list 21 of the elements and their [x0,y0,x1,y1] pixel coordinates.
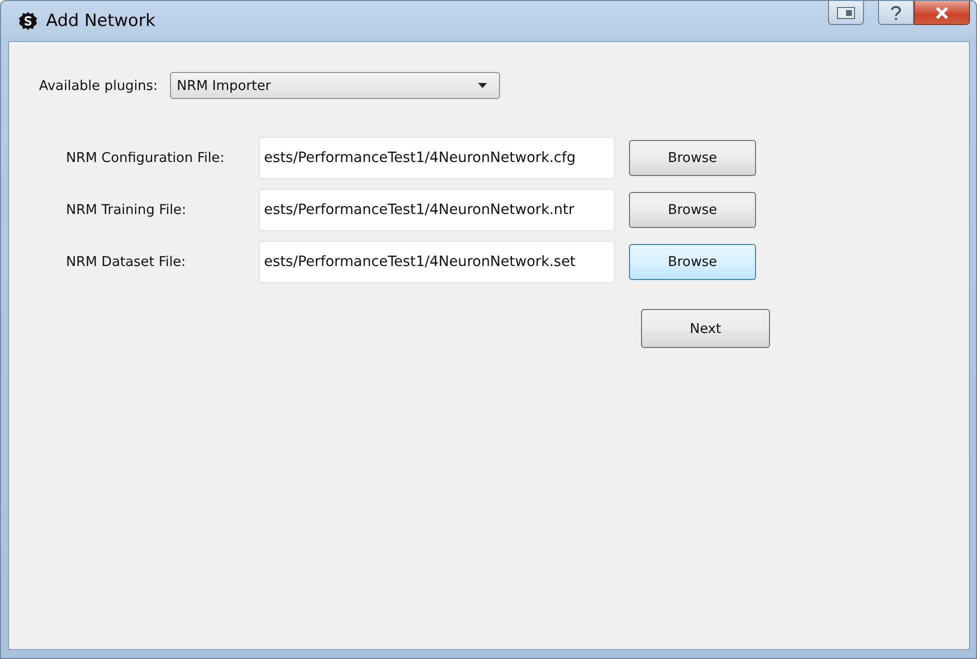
plugins-label: Available plugins: [39,78,158,94]
next-button[interactable]: Next [641,309,770,348]
browse-button[interactable]: Browse [629,140,756,176]
file-label: NRM Dataset File: [66,254,187,270]
close-icon [935,6,949,18]
file-path-field[interactable]: ests/PerformanceTest1/4NeuronNetwork.cfg [259,137,615,179]
file-path-field[interactable]: ests/PerformanceTest1/4NeuronNetwork.ntr [259,189,615,231]
file-label: NRM Training File: [66,202,188,218]
browse-button[interactable]: Browse [629,244,756,280]
browse-button[interactable]: Browse [629,192,756,228]
dropdown-arrow-icon [478,83,487,88]
close-button[interactable] [914,1,970,25]
window-icon [837,6,855,18]
window-title: Add Network [46,11,156,31]
context-help-toggle-button[interactable] [828,1,864,25]
app-logo-icon [18,11,38,31]
file-label: NRM Configuration File: [66,150,226,166]
plugins-dropdown[interactable]: NRM Importer [170,72,500,99]
file-path-field[interactable]: ests/PerformanceTest1/4NeuronNetwork.set [259,241,615,283]
question-icon [890,4,902,20]
help-button[interactable] [878,1,914,25]
